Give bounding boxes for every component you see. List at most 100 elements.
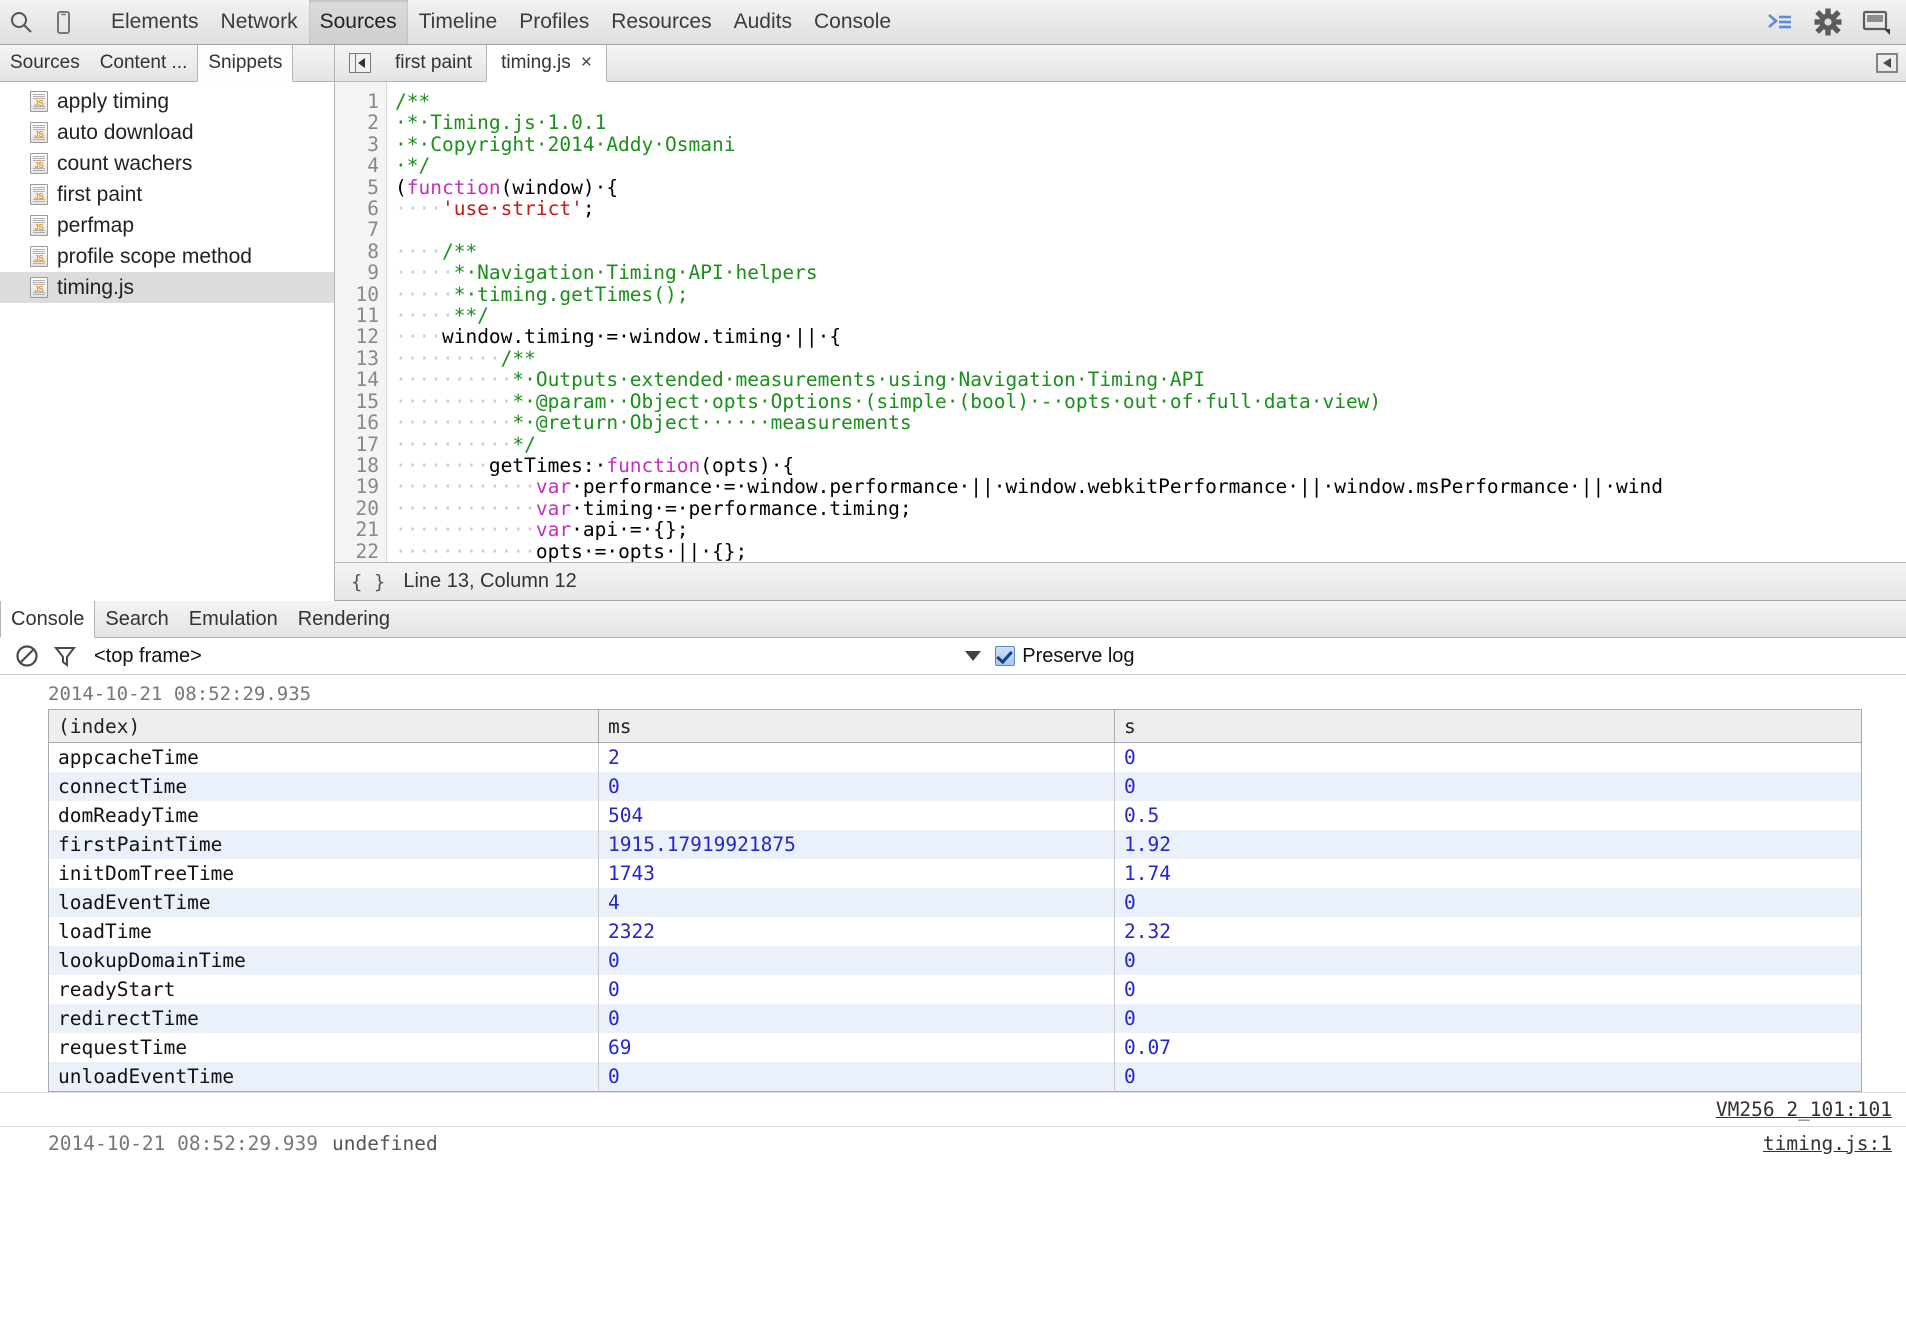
chevron-down-icon[interactable] [965,651,981,661]
panel-tab-label: Audits [734,10,792,34]
clear-console-icon[interactable] [8,643,46,669]
code-token: 'use·strict' [442,197,583,220]
line-number: 8 [335,241,379,262]
code-token: (opts)·{ [700,454,794,477]
js-file-icon: JS [30,184,48,205]
sidebar-tab-label: Snippets [208,52,282,74]
table-log-source-line: VM256 2_101:101 [0,1092,1906,1126]
code-token: ·*·Timing.js·1.0.1 [395,111,606,134]
sources-subtoolbar: Sources Content ... Snippets first paint… [0,45,1906,82]
console-output[interactable]: 2014-10-21 08:52:29.935 (index) ms s app… [0,675,1906,1338]
snippet-label: auto download [57,121,194,145]
line-number: 22 [335,541,379,562]
source-link[interactable]: VM256 2_101:101 [1716,1098,1892,1121]
code-line: ············opts·=·opts·||·{}; [395,541,1906,562]
panel-tab-timeline[interactable]: Timeline [408,0,509,44]
sidebar-tabs: Sources Content ... Snippets [0,45,335,81]
code-token: (window)·{ [501,176,618,199]
snippet-item-apply-timing[interactable]: JS apply timing [0,86,334,117]
sources-body: JS apply timing JS auto download JS coun… [0,82,1906,601]
editor-statusbar: { } Line 13, Column 12 [335,562,1906,601]
table-cell-ms: 0 [599,1062,1115,1092]
code-token: function [407,176,501,199]
table-cell-seconds: 0 [1115,1004,1862,1033]
panel-tab-sources[interactable]: Sources [309,0,408,44]
table-cell-ms: 0 [599,975,1115,1004]
line-number: 2 [335,112,379,133]
editor-tabstrip: first paint timing.js × [335,45,1906,81]
table-cell-seconds: 0 [1115,1062,1862,1092]
drawer-tab-rendering[interactable]: Rendering [288,601,400,637]
code-token: ········· [395,347,501,370]
console-drawer-icon[interactable] [1756,9,1804,35]
table-cell-index: domReadyTime [49,801,599,830]
line-number: 19 [335,476,379,497]
table-cell-index: lookupDomainTime [49,946,599,975]
search-icon[interactable] [0,0,42,44]
code-token: /** [395,90,430,113]
panel-tab-resources[interactable]: Resources [600,0,722,44]
console-table-wrapper: (index) ms s appcacheTime20connectTime00… [0,709,1906,1092]
toggle-navigator-button[interactable] [335,45,381,81]
panel-tab-label: Network [221,10,298,34]
code-line: ·····*·Navigation·Timing·API·helpers [395,262,1906,283]
table-cell-ms: 504 [599,801,1115,830]
panel-tab-elements[interactable]: Elements [100,0,210,44]
code-token: *·@param··Object·opts·Options·(simple·(b… [512,390,1381,413]
code-line [395,219,1906,240]
table-cell-index: connectTime [49,772,599,801]
code-area[interactable]: 12345678910111213141516171819202122 /**·… [335,82,1906,562]
snippet-item-auto-download[interactable]: JS auto download [0,117,334,148]
drawer-tab-console[interactable]: Console [0,601,95,638]
column-header-ms[interactable]: ms [599,710,1115,743]
code-line: ·*·Copyright·2014·Addy·Osmani [395,134,1906,155]
drawer-tab-emulation[interactable]: Emulation [179,601,288,637]
table-cell-index: requestTime [49,1033,599,1062]
panel-tab-console[interactable]: Console [803,0,902,44]
code-content[interactable]: /**·*·Timing.js·1.0.1·*·Copyright·2014·A… [387,82,1906,562]
sidebar-tab-sources[interactable]: Sources [0,45,90,81]
checkbox-icon[interactable] [995,646,1015,666]
dock-window-icon[interactable] [1852,8,1900,36]
snippet-item-perfmap[interactable]: JS perfmap [0,210,334,241]
preserve-log-checkbox[interactable]: Preserve log [995,645,1134,668]
code-token: ········ [395,454,489,477]
file-tab-first-paint[interactable]: first paint [381,45,486,81]
table-cell-ms: 0 [599,1004,1115,1033]
collapse-sidebar-button[interactable] [1874,45,1906,81]
code-token: ····· [395,261,454,284]
table-cell-seconds: 0 [1115,743,1862,773]
pretty-print-icon[interactable]: { } [351,571,385,593]
source-link[interactable]: timing.js:1 [1763,1132,1892,1155]
code-line: ··········*·@param··Object·opts·Options·… [395,391,1906,412]
sidebar-tab-content-scripts[interactable]: Content ... [90,45,198,81]
execution-context-selector[interactable]: <top frame> [94,645,202,668]
panel-tab-network[interactable]: Network [210,0,309,44]
panel-tab-profiles[interactable]: Profiles [508,0,600,44]
close-icon[interactable]: × [581,52,592,74]
sidebar-tab-snippets[interactable]: Snippets [197,45,293,82]
js-file-icon: JS [30,215,48,236]
settings-gear-icon[interactable] [1804,8,1852,36]
snippet-item-timing-js[interactable]: JS timing.js [0,272,334,303]
main-toolbar: Elements Network Sources Timeline Profil… [0,0,1906,45]
code-line: (function(window)·{ [395,177,1906,198]
panel-tab-label: Profiles [519,10,589,34]
filter-icon[interactable] [46,643,84,669]
file-tab-timing-js[interactable]: timing.js × [486,45,607,82]
drawer-tab-search[interactable]: Search [95,601,178,637]
table-cell-ms: 2 [599,743,1115,773]
snippet-item-first-paint[interactable]: JS first paint [0,179,334,210]
js-file-icon: JS [30,277,48,298]
column-header-index[interactable]: (index) [49,710,599,743]
panel-tab-audits[interactable]: Audits [723,0,803,44]
snippet-label: timing.js [57,276,134,300]
panel-tab-label: Elements [111,10,199,34]
js-file-icon: JS [30,153,48,174]
table-row: domReadyTime5040.5 [49,801,1862,830]
console-toolbar: <top frame> Preserve log [0,638,1906,675]
device-icon[interactable] [42,0,84,44]
column-header-s[interactable]: s [1115,710,1862,743]
snippet-item-count-wachers[interactable]: JS count wachers [0,148,334,179]
snippet-item-profile-scope-method[interactable]: JS profile scope method [0,241,334,272]
